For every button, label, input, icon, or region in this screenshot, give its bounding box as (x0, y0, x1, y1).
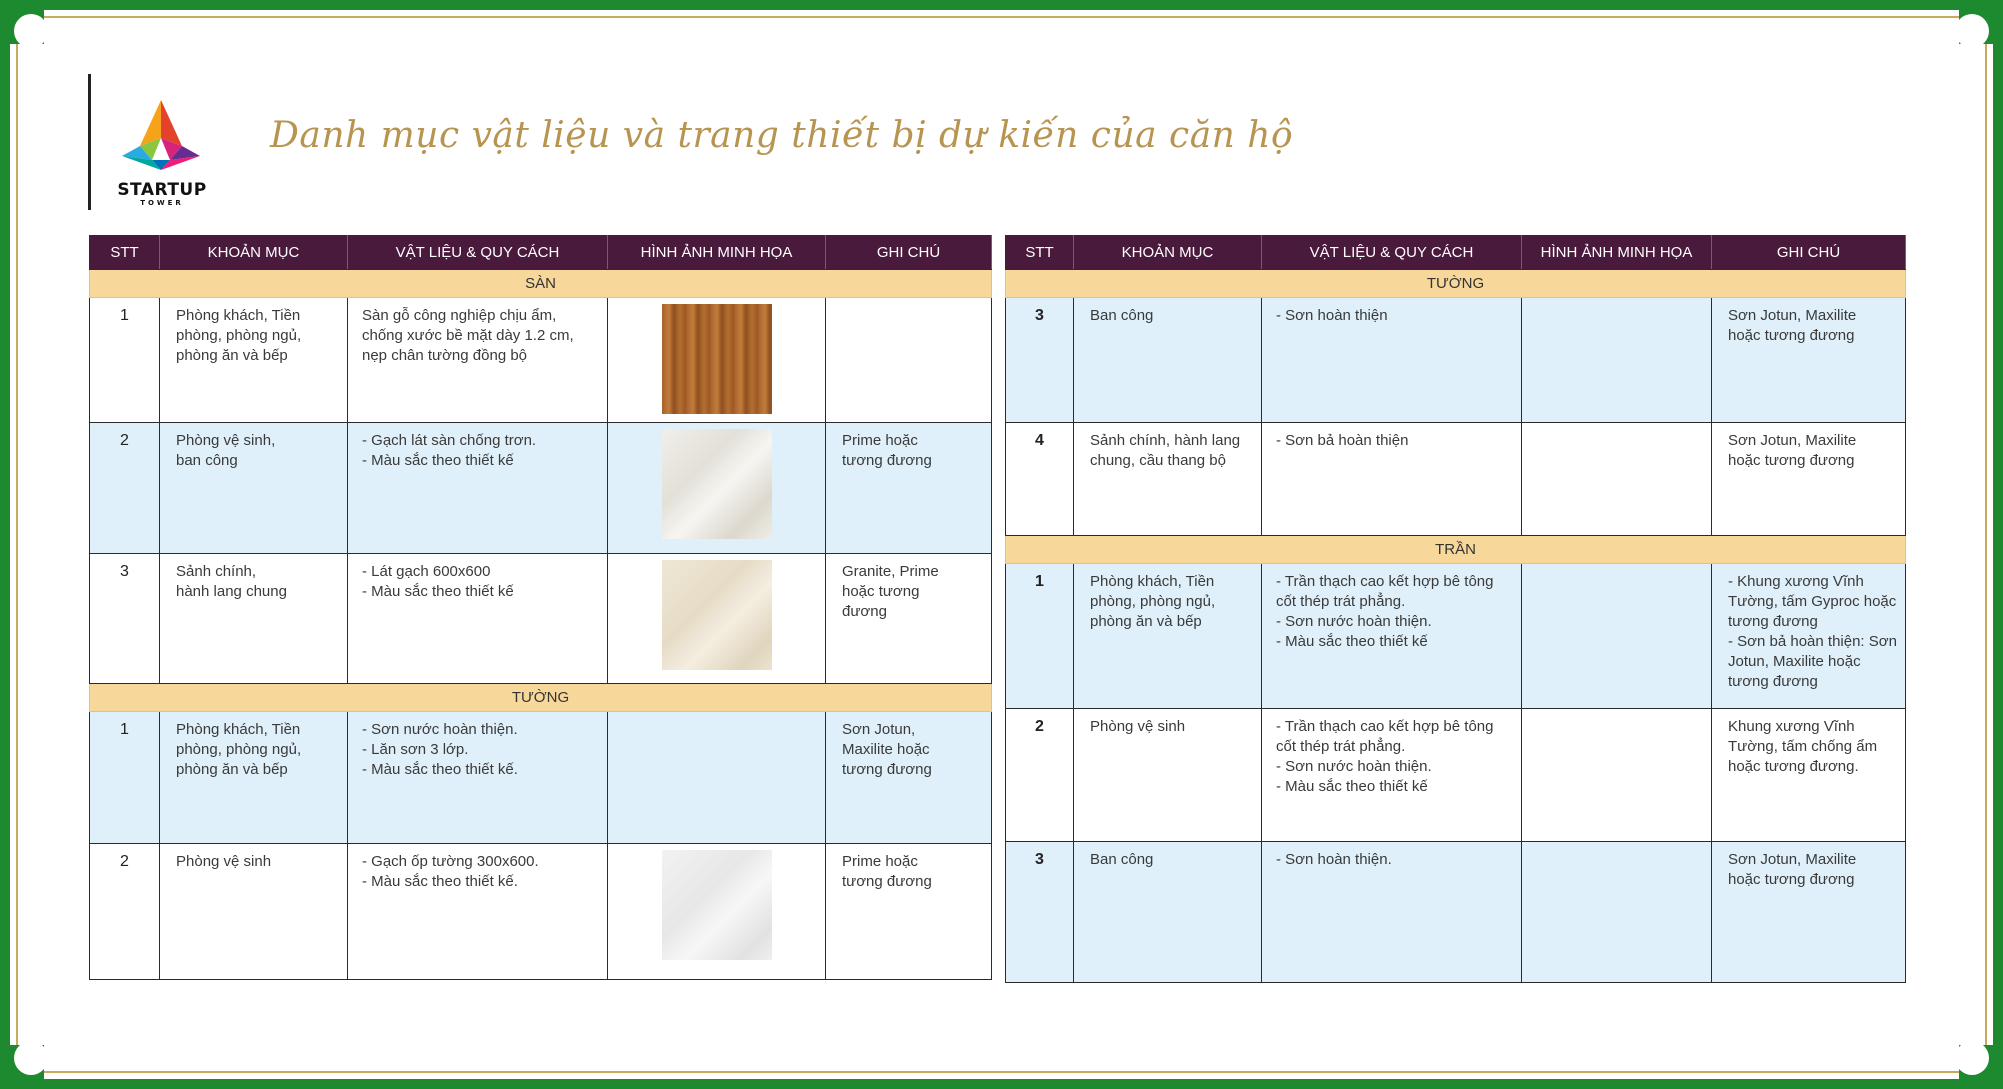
section-row: TƯỜNG (89, 683, 992, 712)
section-row: TRẦN (1005, 535, 1906, 564)
right-materials-table: STT KHOẢN MỤC VẬT LIỆU & QUY CÁCH HÌNH Ả… (1005, 235, 1906, 983)
header-item: KHOẢN MỤC (159, 235, 348, 270)
cell-note: Prime hoặc tương đương (825, 843, 992, 980)
header-note: GHI CHÚ (825, 235, 992, 270)
table-row: 2 Phòng vệ sinh - Trần thạch cao kết hợp… (1005, 708, 1906, 842)
cell-item: Phòng khách, Tiền phòng, phòng ngủ, phòn… (159, 711, 348, 844)
corner-ornament (10, 1041, 48, 1079)
cell-note: - Khung xương Vĩnh Tường, tấm Gyproc hoặ… (1711, 563, 1906, 709)
cell-stt: 4 (1005, 422, 1074, 536)
wall-tile-image (661, 850, 772, 960)
cell-image (607, 711, 826, 844)
cell-item: Phòng vệ sinh (159, 843, 348, 980)
cell-stt: 1 (89, 297, 160, 423)
cell-stt: 3 (1005, 841, 1074, 983)
table-row: 4 Sảnh chính, hành lang chung, cầu thang… (1005, 422, 1906, 536)
cell-note: Sơn Jotun, Maxilite hoặc tương đương (1711, 841, 1906, 983)
header-stt: STT (1005, 235, 1074, 270)
table-row: 1 Phòng khách, Tiền phòng, phòng ngủ, ph… (89, 711, 992, 844)
cell-spec: - Sơn hoàn thiện (1261, 297, 1522, 423)
cell-item: Sảnh chính, hành lang chung (159, 553, 348, 684)
cell-image (607, 553, 826, 684)
header-image: HÌNH ẢNH MINH HỌA (1521, 235, 1712, 270)
cell-image (607, 843, 826, 980)
cell-stt: 2 (1005, 708, 1074, 842)
table-row: 3 Ban công - Sơn hoàn thiện Sơn Jotun, M… (1005, 297, 1906, 423)
cell-item: Ban công (1073, 297, 1262, 423)
cell-stt: 2 (89, 422, 160, 554)
cell-spec: - Trần thạch cao kết hợp bê tông cốt thé… (1261, 563, 1522, 709)
cell-note: Sơn Jotun, Maxilite hoặc tương đương (825, 711, 992, 844)
section-row: TƯỜNG (1005, 269, 1906, 298)
cell-note: Sơn Jotun, Maxilite hoặc tương đương (1711, 422, 1906, 536)
cell-item: Phòng vệ sinh, ban công (159, 422, 348, 554)
cell-item: Ban công (1073, 841, 1262, 983)
cell-spec: - Gạch ốp tường 300x600. - Màu sắc theo … (347, 843, 608, 980)
header-stt: STT (89, 235, 160, 270)
cell-stt: 1 (89, 711, 160, 844)
cell-spec: Sàn gỗ công nghiệp chịu ẩm, chống xước b… (347, 297, 608, 423)
table-header-row: STT KHOẢN MỤC VẬT LIỆU & QUY CÁCH HÌNH Ả… (89, 235, 992, 270)
cell-spec: - Sơn bả hoàn thiện (1261, 422, 1522, 536)
section-san: SÀN (89, 269, 992, 298)
cell-item: Phòng khách, Tiền phòng, phòng ngủ, phòn… (1073, 563, 1262, 709)
cell-item: Phòng khách, Tiền phòng, phòng ngủ, phòn… (159, 297, 348, 423)
cell-image (607, 422, 826, 554)
page-title: Danh mục vật liệu và trang thiết bị dự k… (270, 115, 1294, 156)
table-row: 1 Phòng khách, Tiền phòng, phòng ngủ, ph… (89, 297, 992, 423)
corner-ornament (1955, 10, 1993, 48)
logo-name: STARTUP (117, 180, 207, 200)
table-header-row: STT KHOẢN MỤC VẬT LIỆU & QUY CÁCH HÌNH Ả… (1005, 235, 1906, 270)
left-materials-table: STT KHOẢN MỤC VẬT LIỆU & QUY CÁCH HÌNH Ả… (89, 235, 992, 980)
cell-note (825, 297, 992, 423)
cell-stt: 2 (89, 843, 160, 980)
corner-ornament (1955, 1041, 1993, 1079)
granite-tile-image (661, 560, 772, 670)
section-row: SÀN (89, 269, 992, 298)
cell-spec: - Lát gạch 600x600 - Màu sắc theo thiết … (347, 553, 608, 684)
cell-stt: 3 (89, 553, 160, 684)
table-row: 1 Phòng khách, Tiền phòng, phòng ngủ, ph… (1005, 563, 1906, 709)
cell-spec: - Trần thạch cao kết hợp bê tông cốt thé… (1261, 708, 1522, 842)
table-row: 3 Ban công - Sơn hoàn thiện. Sơn Jotun, … (1005, 841, 1906, 983)
section-tuong: TƯỜNG (89, 683, 992, 712)
header-image: HÌNH ẢNH MINH HỌA (607, 235, 826, 270)
cell-note: Prime hoặc tương đương (825, 422, 992, 554)
section-tuong: TƯỜNG (1005, 269, 1906, 298)
cell-spec: - Sơn nước hoàn thiện. - Lăn sơn 3 lớp. … (347, 711, 608, 844)
anti-slip-tile-image (661, 429, 772, 539)
cell-stt: 1 (1005, 563, 1074, 709)
section-tran: TRẦN (1005, 535, 1906, 564)
cell-spec: - Sơn hoàn thiện. (1261, 841, 1522, 983)
table-row: 2 Phòng vệ sinh, ban công - Gạch lát sàn… (89, 422, 992, 554)
cell-stt: 3 (1005, 297, 1074, 423)
cell-image (1521, 841, 1712, 983)
cell-image (1521, 422, 1712, 536)
cell-image (607, 297, 826, 423)
header-spec: VẬT LIỆU & QUY CÁCH (1261, 235, 1522, 270)
table-row: 3 Sảnh chính, hành lang chung - Lát gạch… (89, 553, 992, 684)
table-row: 2 Phòng vệ sinh - Gạch ốp tường 300x600.… (89, 843, 992, 980)
corner-ornament (10, 10, 48, 48)
header-spec: VẬT LIỆU & QUY CÁCH (347, 235, 608, 270)
header-divider (88, 74, 91, 210)
header-item: KHOẢN MỤC (1073, 235, 1262, 270)
cell-image (1521, 563, 1712, 709)
cell-item: Sảnh chính, hành lang chung, cầu thang b… (1073, 422, 1262, 536)
cell-note: Granite, Prime hoặc tương đương (825, 553, 992, 684)
cell-spec: - Gạch lát sàn chống trơn. - Màu sắc the… (347, 422, 608, 554)
cell-image (1521, 708, 1712, 842)
wood-floor-image (661, 304, 772, 414)
cell-item: Phòng vệ sinh (1073, 708, 1262, 842)
cell-image (1521, 297, 1712, 423)
logo-sub: TOWER (140, 199, 184, 207)
cell-note: Sơn Jotun, Maxilite hoặc tương đương (1711, 297, 1906, 423)
header-note: GHI CHÚ (1711, 235, 1906, 270)
cell-note: Khung xương Vĩnh Tường, tấm chống ẩm hoặ… (1711, 708, 1906, 842)
